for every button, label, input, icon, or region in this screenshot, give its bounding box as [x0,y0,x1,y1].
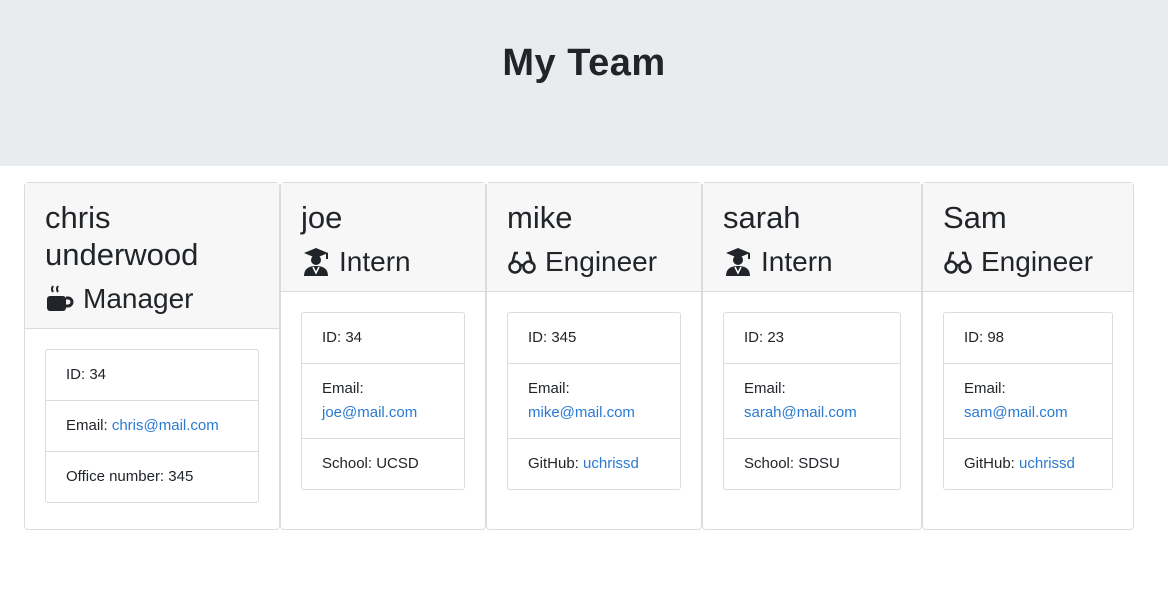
details-list: ID: 23 Email: sarah@mail.com School: SDSU [723,312,901,490]
employee-name: mike [507,200,573,235]
employee-card-intern: joe Intern ID: 34 Email: joe@mail.com Sc… [280,182,486,530]
employee-card-engineer: Sam Engineer ID: 98 Email: sam@mail.com G… [922,182,1134,530]
details-list: ID: 34 Email: chris@mail.com Office numb… [45,349,259,503]
page-title: My Team [502,41,666,84]
email-label: Email: [528,380,570,397]
employee-card-engineer: mike Engineer ID: 345 Email: mike@mail.co… [486,182,702,530]
office-number-item: Office number: 345 [66,468,194,485]
email-item: Email: chris@mail.com [46,401,258,452]
email-item: Email: sarah@mail.com [724,364,900,439]
card-header: mike Engineer [487,183,701,292]
role-label: Manager [83,283,194,314]
email-item: Email: joe@mail.com [302,364,464,439]
github-item: GitHub: uchrissd [944,439,1112,489]
card-body: ID: 23 Email: sarah@mail.com School: SDSU [703,292,921,510]
employee-role: Intern [301,245,465,279]
card-body: ID: 34 Email: chris@mail.com Office numb… [25,329,279,523]
employee-role: Intern [723,245,901,279]
github-label: GitHub: [528,455,584,472]
employee-role: Engineer [943,245,1113,279]
role-label: Engineer [981,246,1094,277]
id-item: ID: 34 [302,313,464,364]
email-link[interactable]: chris@mail.com [112,417,219,434]
card-header: Sam Engineer [923,183,1133,292]
role-label: Engineer [545,246,658,277]
card-body: ID: 98 Email: sam@mail.com GitHub: uchris… [923,292,1133,510]
email-item: Email: mike@mail.com [508,364,680,439]
github-label: GitHub: [964,455,1020,472]
graduate-icon [723,247,753,277]
email-label: Email: [322,380,364,397]
employee-name: joe [301,200,343,235]
employee-name: Sam [943,200,1007,235]
employee-role: Manager [45,282,259,316]
email-link[interactable]: sarah@mail.com [744,404,857,421]
email-label: Email: [964,380,1006,397]
role-label: Intern [761,246,833,277]
employee-name: chris underwood [45,200,199,272]
card-header: chris underwood Manager [25,183,279,329]
employee-name: sarah [723,200,801,235]
github-link[interactable]: uchrissd [583,455,639,472]
employee-card-intern: sarah Intern ID: 23 Email: sarah@mail.com [702,182,922,530]
email-link[interactable]: mike@mail.com [528,404,635,421]
id-item: ID: 98 [944,313,1112,364]
card-body: ID: 34 Email: joe@mail.com School: UCSD [281,292,485,510]
email-link[interactable]: joe@mail.com [322,404,417,421]
email-link[interactable]: sam@mail.com [964,404,1068,421]
card-header: joe Intern [281,183,485,292]
card-body: ID: 345 Email: mike@mail.com GitHub: uchr… [487,292,701,510]
card-header: sarah Intern [703,183,921,292]
school-item: School: UCSD [322,455,419,472]
coffee-icon [45,284,75,314]
team-cards-row: chris underwood Manager ID: 34 Email: ch… [24,182,1134,530]
id-item: ID: 345 [508,313,680,364]
details-list: ID: 98 Email: sam@mail.com GitHub: uchris… [943,312,1113,490]
id-item: ID: 23 [724,313,900,364]
github-item: GitHub: uchrissd [508,439,680,489]
details-list: ID: 34 Email: joe@mail.com School: UCSD [301,312,465,490]
email-label: Email: [66,417,112,434]
school-item: School: SDSU [744,455,840,472]
glasses-icon [507,247,537,277]
graduate-icon [301,247,331,277]
details-list: ID: 345 Email: mike@mail.com GitHub: uchr… [507,312,681,490]
jumbotron-header: My Team [0,0,1168,166]
github-link[interactable]: uchrissd [1019,455,1075,472]
role-label: Intern [339,246,411,277]
glasses-icon [943,247,973,277]
email-label: Email: [744,380,786,397]
email-item: Email: sam@mail.com [944,364,1112,439]
employee-card-manager: chris underwood Manager ID: 34 Email: ch… [24,182,280,530]
employee-role: Engineer [507,245,681,279]
id-item: ID: 34 [46,350,258,401]
